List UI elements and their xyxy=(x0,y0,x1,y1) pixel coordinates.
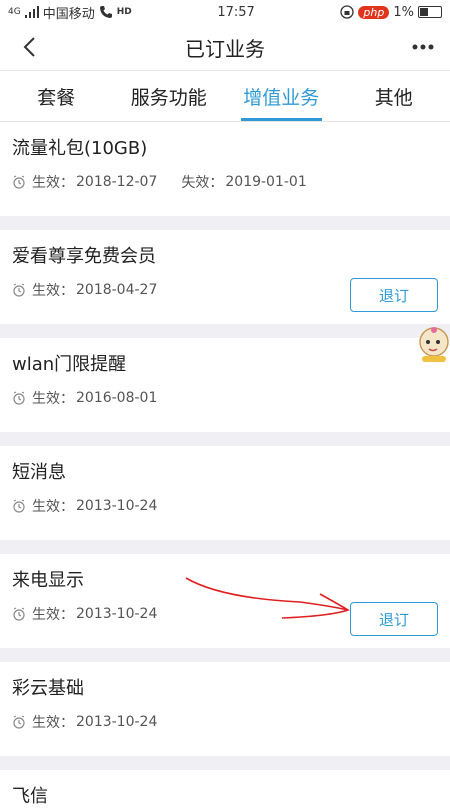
tab-label: 其他 xyxy=(375,83,413,110)
service-name: 爱看尊享免费会员 xyxy=(12,242,156,268)
php-badge: php xyxy=(358,6,389,19)
status-bar: 4G 中国移动 HD 17:57 php 1% xyxy=(0,0,450,24)
service-dates: 生效： 2013-10-24 xyxy=(12,604,157,624)
more-dots-icon xyxy=(412,44,434,50)
service-dates: 生效： 2018-04-27 xyxy=(12,280,157,300)
effective-date: 2013-10-24 xyxy=(76,714,157,730)
effective-date: 2013-10-24 xyxy=(76,606,157,622)
alarm-clock-icon xyxy=(12,283,26,297)
service-card: 飞信 xyxy=(0,770,450,810)
network-label: 4G xyxy=(8,7,21,17)
service-card: 来电显示 生效： 2013-10-24 退订 xyxy=(0,554,450,648)
service-name: 流量礼包(10GB) xyxy=(12,134,147,160)
unsubscribe-button[interactable]: 退订 xyxy=(350,278,438,312)
alarm-clock-icon xyxy=(12,715,26,729)
service-name: 彩云基础 xyxy=(12,674,84,700)
header-bar: 已订业务 xyxy=(0,24,450,71)
service-dates: 生效： 2016-08-01 xyxy=(12,388,157,408)
service-name: wlan门限提醒 xyxy=(12,350,126,376)
tab-label: 套餐 xyxy=(37,83,75,110)
service-card: wlan门限提醒 生效： 2016-08-01 xyxy=(0,338,450,432)
service-card: 彩云基础 生效： 2013-10-24 xyxy=(0,662,450,756)
tab-bar: 套餐 服务功能 增值业务 其他 xyxy=(0,71,450,122)
service-dates: 生效： 2013-10-24 xyxy=(12,712,157,732)
effective-date: 2013-10-24 xyxy=(76,498,157,514)
effective-label: 生效： xyxy=(32,604,74,624)
effective-label: 生效： xyxy=(32,712,74,732)
effective-label: 生效： xyxy=(32,388,74,408)
service-dates: 生效： 2018-12-07 失效： 2019-01-01 xyxy=(12,172,307,192)
battery-percent: 1% xyxy=(393,5,414,20)
hd-label: HD xyxy=(117,7,132,17)
service-dates: 生效： 2013-10-24 xyxy=(12,496,157,516)
tab-package[interactable]: 套餐 xyxy=(0,71,113,121)
phone-icon xyxy=(99,5,113,19)
expire-date: 2019-01-01 xyxy=(225,174,306,190)
lock-rotation-icon xyxy=(340,5,354,19)
service-card: 爱看尊享免费会员 生效： 2018-04-27 退订 xyxy=(0,230,450,324)
tab-label: 服务功能 xyxy=(131,83,207,110)
signal-icon xyxy=(25,6,39,18)
service-card: 流量礼包(10GB) 生效： 2018-12-07 失效： 2019-01-01 xyxy=(0,122,450,216)
tab-other[interactable]: 其他 xyxy=(338,71,450,121)
effective-date: 2016-08-01 xyxy=(76,390,157,406)
more-button[interactable] xyxy=(408,32,438,62)
page-title: 已订业务 xyxy=(185,33,265,62)
service-card: 短消息 生效： 2013-10-24 xyxy=(0,446,450,540)
service-name: 短消息 xyxy=(12,458,66,484)
tab-value-added[interactable]: 增值业务 xyxy=(225,71,338,121)
service-list: 流量礼包(10GB) 生效： 2018-12-07 失效： 2019-01-01… xyxy=(0,122,450,810)
unsubscribe-button[interactable]: 退订 xyxy=(350,602,438,636)
battery-icon xyxy=(418,6,442,18)
effective-date: 2018-04-27 xyxy=(76,282,157,298)
alarm-clock-icon xyxy=(12,607,26,621)
back-button[interactable] xyxy=(14,32,44,62)
chevron-left-icon xyxy=(22,36,36,58)
carrier-name: 中国移动 xyxy=(43,3,95,22)
effective-date: 2018-12-07 xyxy=(76,174,157,190)
service-name: 来电显示 xyxy=(12,566,84,592)
status-left: 4G 中国移动 HD xyxy=(8,3,132,22)
tab-service-functions[interactable]: 服务功能 xyxy=(113,71,226,121)
tab-label: 增值业务 xyxy=(243,83,319,110)
effective-label: 生效： xyxy=(32,172,74,192)
alarm-clock-icon xyxy=(12,175,26,189)
status-time: 17:57 xyxy=(217,5,254,20)
alarm-clock-icon xyxy=(12,499,26,513)
expire-label: 失效： xyxy=(181,172,223,192)
alarm-clock-icon xyxy=(12,391,26,405)
status-right: php 1% xyxy=(340,5,442,20)
effective-label: 生效： xyxy=(32,280,74,300)
service-name: 飞信 xyxy=(12,782,48,808)
floating-assistant-icon[interactable] xyxy=(414,324,450,364)
effective-label: 生效： xyxy=(32,496,74,516)
